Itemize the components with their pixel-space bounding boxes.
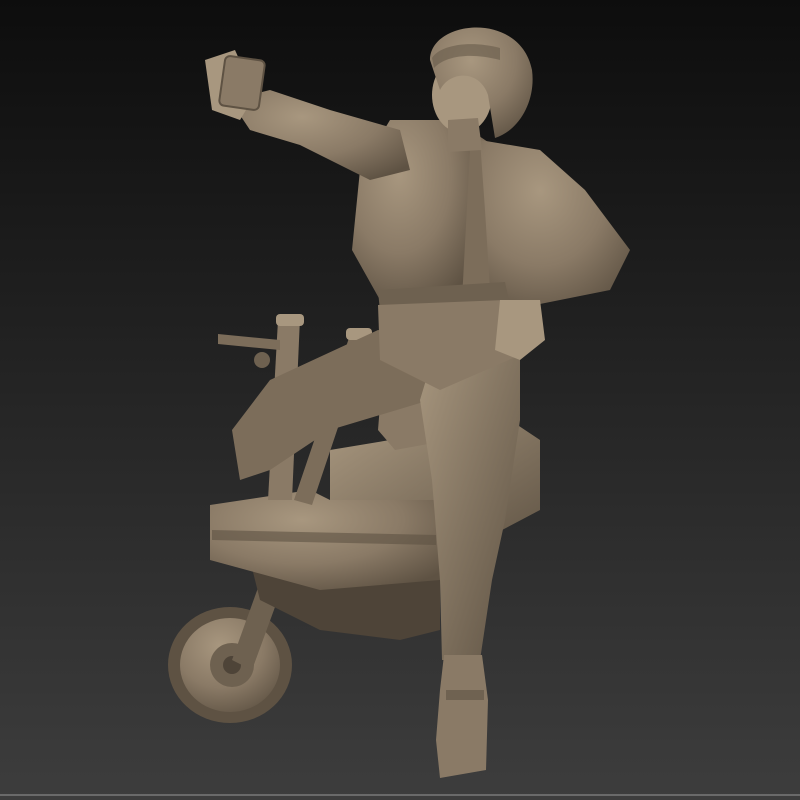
- front-wheel: [168, 607, 292, 723]
- boot: [436, 655, 488, 778]
- phone: [218, 55, 266, 111]
- sculpt-render: [0, 0, 800, 800]
- neck: [448, 118, 482, 152]
- render-viewport: [0, 0, 800, 800]
- bottom-edge-line: [0, 794, 800, 796]
